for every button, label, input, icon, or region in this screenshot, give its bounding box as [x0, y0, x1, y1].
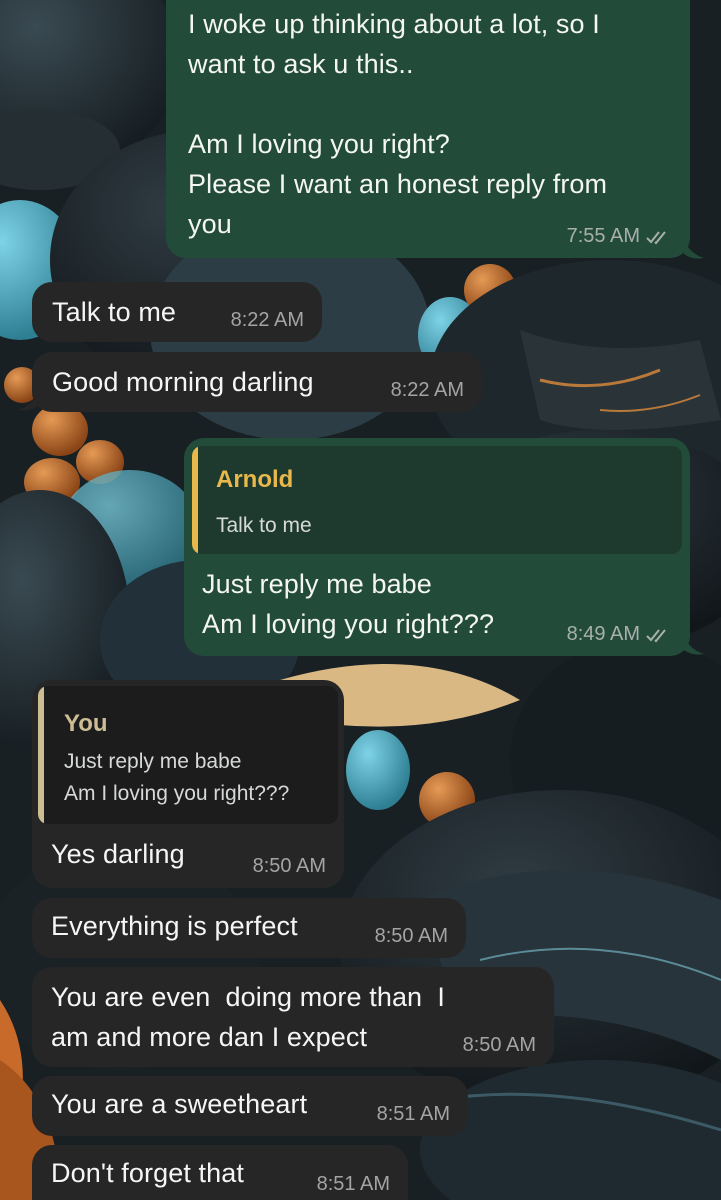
reply-accent-bar	[38, 686, 44, 824]
message-text: You are a sweetheart	[51, 1089, 308, 1119]
message-incoming[interactable]: Don't forget that 8:51 AM	[32, 1145, 408, 1200]
message-meta: 8:51 AM	[317, 1173, 390, 1196]
message-text: You are even doing more than I am and mo…	[51, 982, 445, 1052]
message-text: I woke up thinking about a lot, so I wan…	[188, 9, 608, 239]
message-meta: 8:50 AM	[253, 855, 326, 878]
message-outgoing[interactable]: Arnold Talk to me Just reply me babe Am …	[184, 438, 690, 656]
message-meta: 8:50 AM	[463, 1034, 536, 1057]
reply-accent-bar	[192, 446, 198, 554]
message-incoming[interactable]: Everything is perfect 8:50 AM	[32, 898, 466, 958]
message-incoming[interactable]: You are even doing more than I am and mo…	[32, 967, 554, 1067]
reply-author: Arnold	[216, 466, 294, 493]
reply-text: Talk to me	[216, 514, 312, 537]
message-incoming[interactable]: You are a sweetheart 8:51 AM	[32, 1076, 468, 1136]
message-meta: 8:50 AM	[375, 925, 448, 948]
message-outgoing[interactable]: I woke up thinking about a lot, so I wan…	[166, 0, 690, 258]
message-time: 8:50 AM	[374, 925, 448, 947]
reply-preview[interactable]: You Just reply me babe Am I loving you r…	[38, 686, 338, 824]
message-time: 8:50 AM	[252, 855, 326, 877]
reply-preview[interactable]: Arnold Talk to me	[192, 446, 682, 554]
message-time: 8:49 AM	[566, 623, 640, 645]
message-time: 8:50 AM	[462, 1034, 536, 1056]
message-time: 8:22 AM	[230, 309, 304, 331]
message-text: Just reply me babe Am I loving you right…	[202, 569, 495, 639]
bubble-tail-icon	[684, 240, 704, 259]
message-text: Talk to me	[52, 297, 177, 327]
message-text: Good morning darling	[52, 367, 314, 397]
bubble-tail-icon	[18, 392, 38, 411]
message-meta: 8:22 AM	[391, 379, 464, 402]
message-time: 7:55 AM	[566, 225, 640, 247]
message-incoming[interactable]: Talk to me 8:22 AM	[32, 282, 322, 342]
message-text: Don't forget that	[51, 1158, 244, 1188]
message-meta: 8:51 AM	[377, 1103, 450, 1126]
read-double-check-icon	[646, 230, 666, 244]
message-time: 8:51 AM	[316, 1173, 390, 1195]
message-time: 8:51 AM	[376, 1103, 450, 1125]
message-meta: 7:55 AM	[567, 225, 672, 248]
read-double-check-icon	[646, 628, 666, 642]
message-incoming[interactable]: You Just reply me babe Am I loving you r…	[32, 680, 344, 888]
message-incoming[interactable]: Good morning darling 8:22 AM	[32, 352, 482, 412]
message-text: Yes darling	[51, 839, 185, 869]
reply-author: You	[64, 710, 108, 737]
reply-text: Just reply me babe Am I loving you right…	[64, 750, 290, 805]
message-time: 8:22 AM	[390, 379, 464, 401]
message-list: I woke up thinking about a lot, so I wan…	[0, 0, 721, 1200]
bubble-tail-icon	[684, 636, 704, 655]
message-meta: 8:49 AM	[567, 623, 672, 646]
message-meta: 8:22 AM	[231, 309, 304, 332]
message-text: Everything is perfect	[51, 911, 298, 941]
